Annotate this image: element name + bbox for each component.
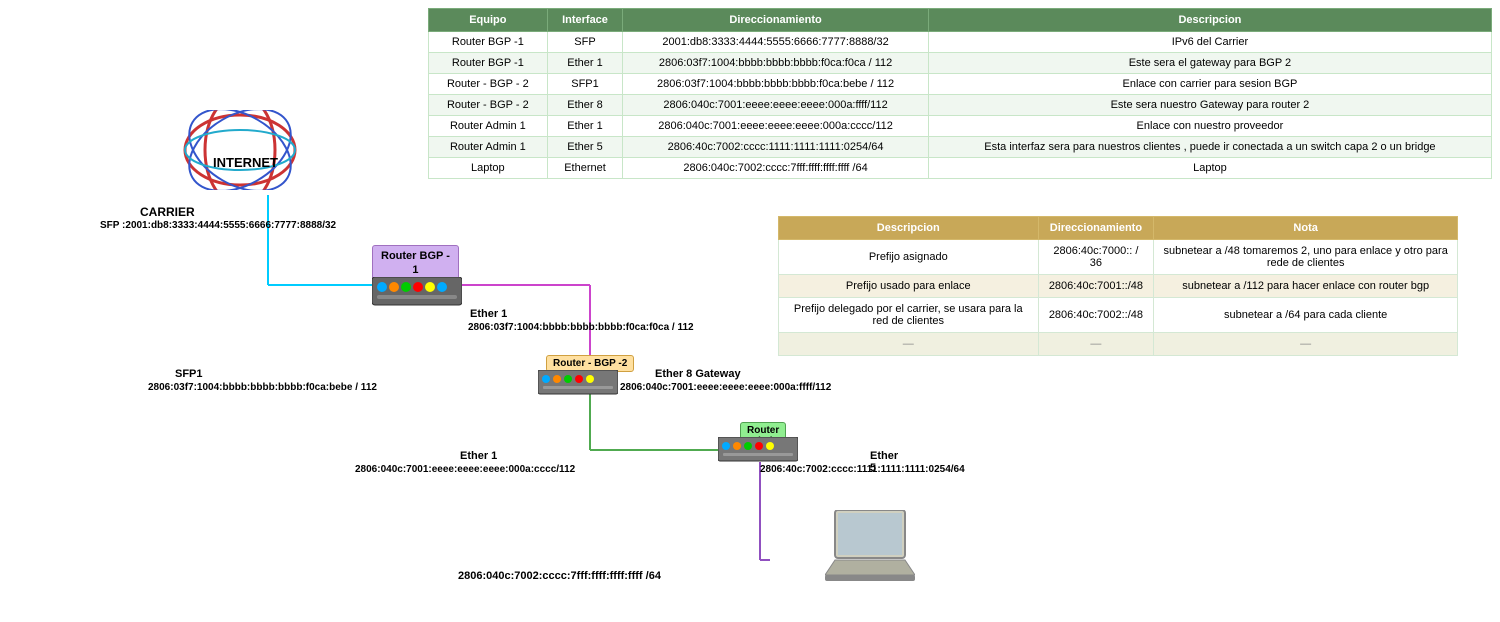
sub-cell-direccionamiento: 2806:40c:7002::/48 xyxy=(1038,298,1154,333)
sub-table-row: Prefijo delegado por el carrier, se usar… xyxy=(779,298,1458,333)
sub-cell-direccionamiento: — xyxy=(1038,333,1154,356)
ether1-bgp1-label: Ether 1 xyxy=(470,308,507,320)
sub-cell-nota: subnetear a /64 para cada cliente xyxy=(1154,298,1458,333)
ether1-admin-label: Ether 1 xyxy=(460,450,497,462)
sub-cell-direccionamiento: 2806:40c:7001::/48 xyxy=(1038,275,1154,298)
sub-cell-descripcion: Prefijo usado para enlace xyxy=(779,275,1039,298)
connection-lines xyxy=(0,0,770,622)
router-admin1-icon xyxy=(718,437,798,466)
ether8-addr: 2806:040c:7001:eeee:eeee:eeee:000a:ffff/… xyxy=(620,382,831,393)
sub-cell-descripcion: Prefijo delegado por el carrier, se usar… xyxy=(779,298,1039,333)
sub-cell-direccionamiento: 2806:40c:7000:: / 36 xyxy=(1038,240,1154,275)
cell-descripcion: Enlace con carrier para sesion BGP xyxy=(928,74,1491,95)
col-descripcion: Descripcion xyxy=(928,9,1491,32)
ether5-addr: 2806:40c:7002:cccc:1111:1111:1111:0254/6… xyxy=(760,464,965,475)
cell-descripcion: Esta interfaz sera para nuestros cliente… xyxy=(928,137,1491,158)
cell-descripcion: IPv6 del Carrier xyxy=(928,32,1491,53)
cell-descripcion: Enlace con nuestro proveedor xyxy=(928,116,1491,137)
network-diagram: INTERNET CARRIER SFP :2001:db8:3333:4444… xyxy=(0,0,770,622)
router-bgp1-icon xyxy=(372,277,462,310)
sfp1-label: SFP1 xyxy=(175,368,203,380)
sub-table-row: Prefijo asignado2806:40c:7000:: / 36subn… xyxy=(779,240,1458,275)
cell-descripcion: Este sera el gateway para BGP 2 xyxy=(928,53,1491,74)
sub-cell-nota: subnetear a /48 tomaremos 2, uno para en… xyxy=(1154,240,1458,275)
sfp1-addr: 2806:03f7:1004:bbbb:bbbb:bbbb:f0ca:bebe … xyxy=(148,382,377,393)
router-bgp2-icon xyxy=(538,370,618,399)
sub-cell-nota: subnetear a /112 para hacer enlace con r… xyxy=(1154,275,1458,298)
sub-col-descripcion: Descripcion xyxy=(779,217,1039,240)
sub-table-row: Prefijo usado para enlace2806:40c:7001::… xyxy=(779,275,1458,298)
cell-descripcion: Este sera nuestro Gateway para router 2 xyxy=(928,95,1491,116)
ether1-admin-addr: 2806:040c:7001:eeee:eeee:eeee:000a:cccc/… xyxy=(355,464,575,475)
ether1-bgp1-addr: 2806:03f7:1004:bbbb:bbbb:bbbb:f0ca:f0ca … xyxy=(468,322,694,333)
ether8-label: Ether 8 Gateway xyxy=(655,368,741,380)
sub-table-row: ——— xyxy=(779,333,1458,356)
cell-descripcion: Laptop xyxy=(928,158,1491,179)
sub-col-direccionamiento: Direccionamiento xyxy=(1038,217,1154,240)
internet-cloud xyxy=(180,110,300,193)
prefix-table: Descripcion Direccionamiento Nota Prefij… xyxy=(778,216,1458,356)
carrier-addr: SFP :2001:db8:3333:4444:5555:6666:7777:8… xyxy=(100,220,336,231)
internet-label: INTERNET xyxy=(213,155,278,170)
carrier-label: CARRIER xyxy=(140,205,195,219)
sub-cell-nota: — xyxy=(1154,333,1458,356)
laptop-icon xyxy=(825,510,915,588)
sub-cell-descripcion: Prefijo asignado xyxy=(779,240,1039,275)
sub-cell-descripcion: — xyxy=(779,333,1039,356)
sub-col-nota: Nota xyxy=(1154,217,1458,240)
sub-table-section: Descripcion Direccionamiento Nota Prefij… xyxy=(770,208,1500,364)
laptop-addr: 2806:040c:7002:cccc:7fff:ffff:ffff:ffff … xyxy=(458,570,661,582)
